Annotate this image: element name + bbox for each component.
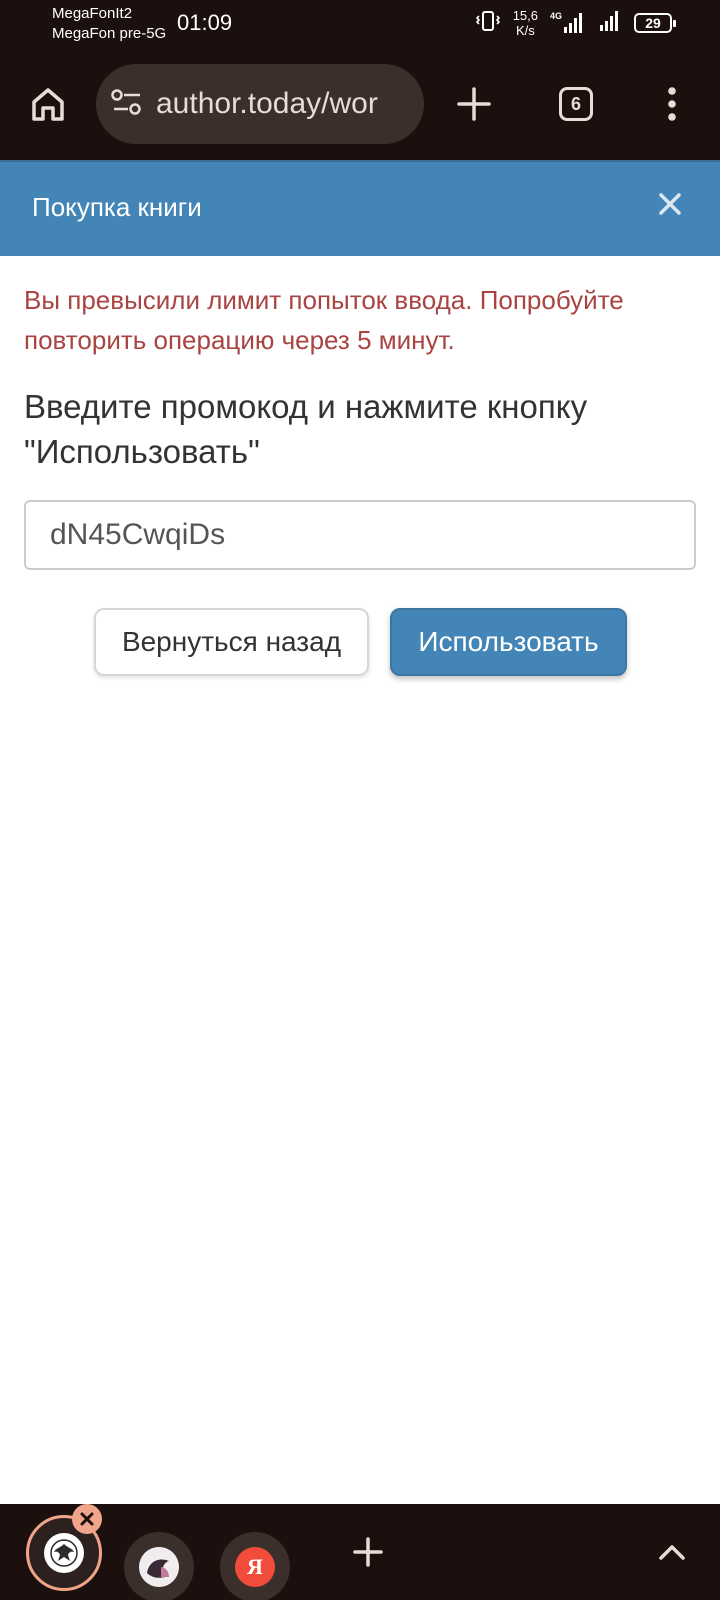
tab-yandex[interactable]: Я xyxy=(220,1532,290,1600)
home-icon xyxy=(32,88,64,121)
carrier-1: MegaFonIt2 xyxy=(52,5,133,22)
tab-strip: Я xyxy=(0,1504,720,1600)
net-speed-value: 15,6 xyxy=(512,8,538,23)
new-tab-button[interactable] xyxy=(450,80,498,128)
modal-title: Покупка книги xyxy=(32,192,202,222)
tab-2[interactable] xyxy=(124,1532,194,1600)
avatar-favicon-icon xyxy=(139,1547,179,1587)
signal-4g-icon: 4G xyxy=(550,11,586,35)
use-button[interactable]: Использовать xyxy=(390,608,627,676)
tab-switcher-button[interactable]: 6 xyxy=(552,80,600,128)
more-vert-icon xyxy=(668,87,676,121)
error-message: Вы превысили лимит попыток ввода. Попроб… xyxy=(24,285,624,355)
browser-toolbar: author.today/wor 6 xyxy=(0,50,720,160)
back-button[interactable]: Вернуться назад xyxy=(94,608,369,676)
close-icon xyxy=(659,193,681,215)
tab-strip-expand-button[interactable] xyxy=(648,1528,696,1576)
plus-icon xyxy=(457,87,491,121)
yandex-logo-icon: Я xyxy=(235,1547,275,1587)
tab-strip-new-tab-button[interactable] xyxy=(344,1528,392,1576)
screen: MegaFonIt2 MegaFon pre-5G 01:09 15,6 K/s… xyxy=(0,0,720,1600)
modal-close-button[interactable] xyxy=(650,184,690,224)
url-text: author.today/wor xyxy=(156,87,378,120)
close-icon xyxy=(80,1512,94,1526)
chevron-up-icon xyxy=(659,1545,685,1560)
net-speed-unit: K/s xyxy=(515,23,535,38)
author-today-logo-icon xyxy=(44,1533,84,1573)
modal-header: Покупка книги xyxy=(0,160,720,256)
url-bar[interactable]: author.today/wor xyxy=(96,64,424,144)
home-button[interactable] xyxy=(24,80,72,128)
menu-button[interactable] xyxy=(648,80,696,128)
tab-count: 6 xyxy=(559,87,593,121)
net-speed: 15,6 K/s xyxy=(513,8,538,38)
clock: 01:09 xyxy=(177,10,233,35)
status-bar: MegaFonIt2 MegaFon pre-5G 01:09 15,6 K/s… xyxy=(0,0,720,50)
carrier-2: MegaFon pre-5G xyxy=(52,25,167,42)
promo-prompt: Введите промокод и нажмите кнопку "Испол… xyxy=(24,388,588,470)
carrier-info: MegaFonIt2 MegaFon pre-5G xyxy=(52,4,166,44)
promo-code-input[interactable] xyxy=(24,500,696,570)
plus-icon xyxy=(353,1537,383,1567)
battery-indicator: 29 xyxy=(634,13,676,33)
site-settings-icon[interactable] xyxy=(110,87,144,122)
tab-close-button[interactable] xyxy=(72,1504,102,1534)
signal-icon xyxy=(598,9,622,38)
status-icons: 15,6 K/s 4G 29 xyxy=(475,8,676,38)
vibrate-icon xyxy=(475,9,501,38)
